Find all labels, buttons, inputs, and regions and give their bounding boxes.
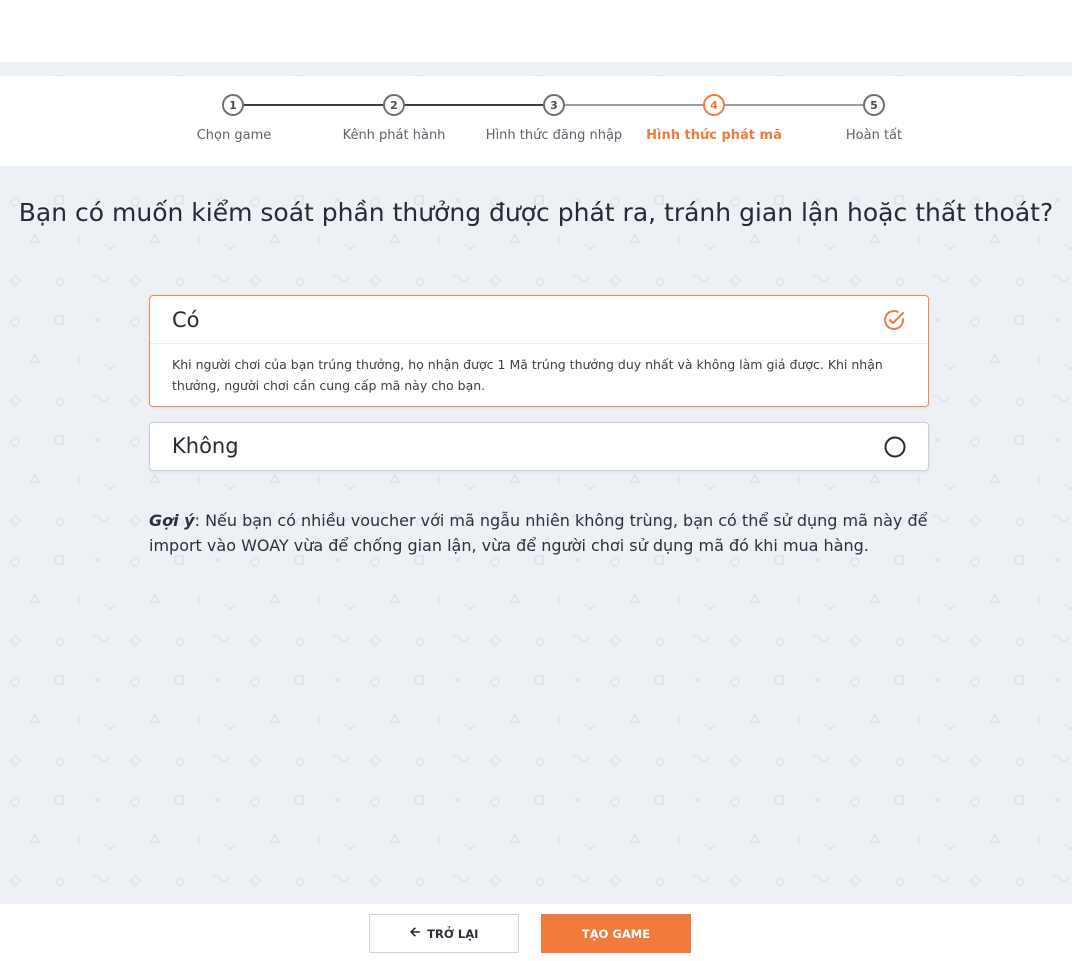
check-circle-icon	[884, 310, 904, 330]
hint-body: : Nếu bạn có nhiều voucher với mã ngẫu n…	[149, 511, 928, 555]
step-connector-1	[244, 104, 383, 106]
step-1-label[interactable]: Chọn game	[154, 128, 314, 143]
step-connector-4	[725, 104, 863, 106]
step-4-circle[interactable]: 4	[703, 94, 725, 116]
footer-bar: 🡨 TRỞ LẠI TẠO GAME	[0, 904, 1072, 961]
step-4-label[interactable]: Hình thức phát mã	[634, 128, 794, 143]
option-yes-description: Khi người chơi của bạn trúng thưởng, họ …	[172, 357, 883, 393]
step-2-label[interactable]: Kênh phát hành	[314, 128, 474, 143]
step-3-circle[interactable]: 3	[543, 94, 565, 116]
step-5-label[interactable]: Hoàn tất	[794, 128, 954, 143]
step-2-circle[interactable]: 2	[383, 94, 405, 116]
back-button-label: TRỞ LẠI	[427, 926, 479, 941]
option-divider	[150, 343, 928, 344]
step-1-circle[interactable]: 1	[222, 94, 244, 116]
step-3-label[interactable]: Hình thức đăng nhập	[474, 128, 634, 143]
background-pattern	[0, 62, 1072, 904]
option-yes-title: Có	[172, 308, 200, 332]
arrow-left-icon: 🡨	[409, 924, 421, 940]
progress-stepper: 1 2 3 4 5 Chọn game Kênh phát hành Hình …	[0, 76, 1072, 166]
step-connector-2	[405, 104, 543, 106]
back-button[interactable]: 🡨 TRỞ LẠI	[369, 914, 519, 953]
option-no[interactable]: Không	[149, 422, 929, 471]
step-5-circle[interactable]: 5	[863, 94, 885, 116]
hint-text: Gợi ý: Nếu bạn có nhiều voucher với mã n…	[149, 508, 929, 558]
option-no-title: Không	[172, 434, 239, 458]
page-question: Bạn có muốn kiểm soát phần thưởng được p…	[18, 198, 1054, 227]
create-game-button[interactable]: TẠO GAME	[541, 914, 691, 953]
hint-label: Gợi ý	[149, 511, 195, 530]
top-bar	[0, 0, 1072, 62]
step-connector-3	[565, 104, 703, 106]
option-yes[interactable]: Có Khi người chơi của bạn trúng thưởng, …	[149, 295, 929, 407]
radio-empty-icon[interactable]	[884, 436, 906, 458]
